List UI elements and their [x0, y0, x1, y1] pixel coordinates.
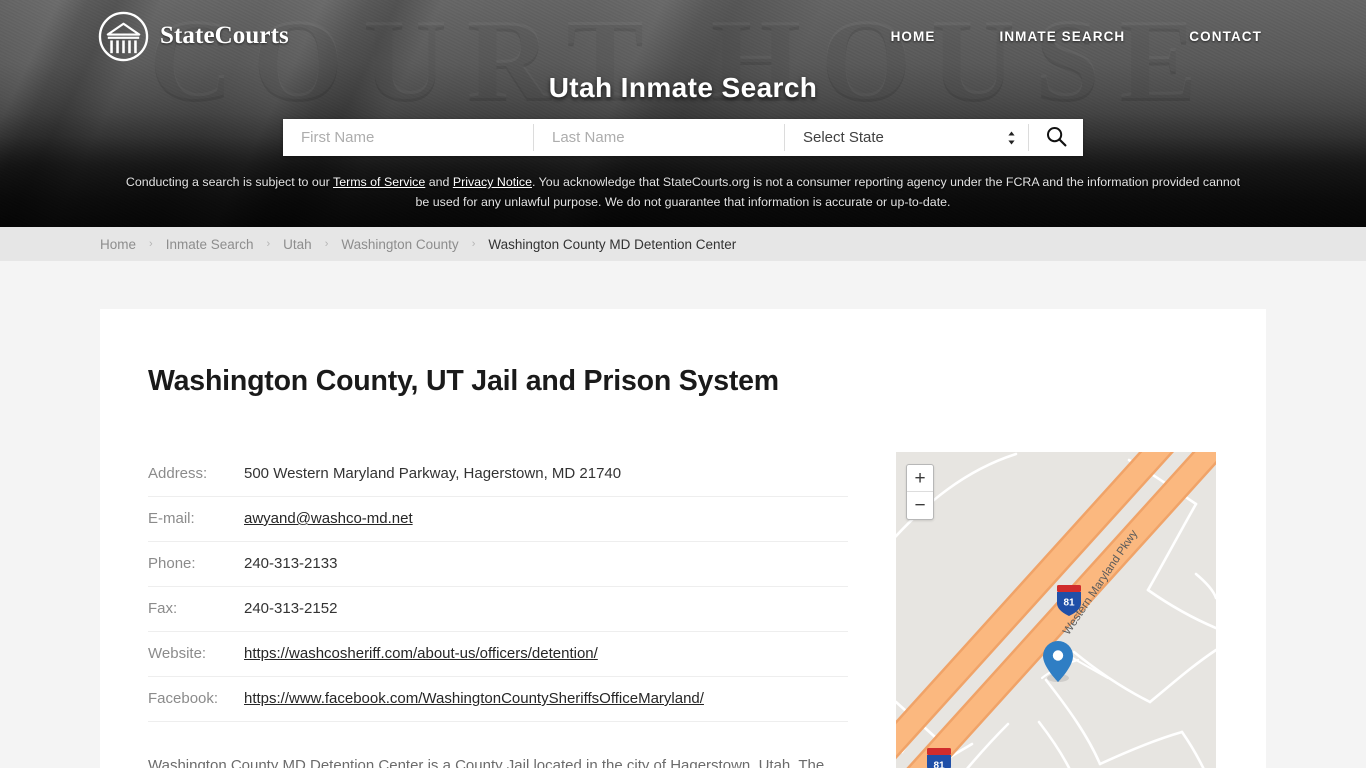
location-map[interactable]: 81 81 Western Maryland Pkwy + − — [896, 452, 1216, 768]
table-row: Phone: 240-313-2133 — [148, 541, 848, 587]
email-link[interactable]: awyand@washco-md.net — [244, 510, 413, 527]
search-disclaimer: Conducting a search is subject to our Te… — [118, 172, 1248, 212]
map-column: 81 81 Western Maryland Pkwy + − — [896, 452, 1218, 768]
table-row: Website: https://washcosheriff.com/about… — [148, 631, 848, 677]
fact-value-address: 500 Western Maryland Parkway, Hagerstown… — [244, 452, 848, 497]
page-body: Washington County, UT Jail and Prison Sy… — [0, 261, 1366, 768]
facility-description: Washington County MD Detention Center is… — [148, 752, 848, 768]
disclaimer-part-1: Conducting a search is subject to our — [125, 175, 333, 189]
fact-label-facebook: Facebook: — [148, 676, 244, 722]
table-row: Fax: 240-313-2152 — [148, 586, 848, 632]
svg-text:81: 81 — [933, 761, 945, 768]
breadcrumb-item-washington-county[interactable]: Washington County — [341, 237, 458, 252]
facility-details-table: Address: 500 Western Maryland Parkway, H… — [148, 452, 848, 722]
breadcrumb: Home › Inmate Search › Utah › Washington… — [100, 237, 736, 252]
fact-value-email: awyand@washco-md.net — [244, 496, 848, 542]
svg-text:81: 81 — [1063, 598, 1075, 609]
disclaimer-part-2: and — [425, 175, 453, 189]
facebook-link[interactable]: https://www.facebook.com/WashingtonCount… — [244, 690, 704, 707]
table-row: Address: 500 Western Maryland Parkway, H… — [148, 452, 848, 497]
fact-label-address: Address: — [148, 452, 244, 497]
disclaimer-part-3: . You acknowledge that StateCourts.org i… — [415, 175, 1241, 209]
page-title: Washington County, UT Jail and Prison Sy… — [148, 365, 779, 397]
nav-item-contact[interactable]: CONTACT — [1157, 29, 1294, 44]
map-zoom-controls: + − — [906, 464, 934, 520]
chevron-right-icon: › — [471, 238, 476, 250]
fact-value-fax: 240-313-2152 — [244, 586, 848, 632]
fact-value-phone: 240-313-2133 — [244, 541, 848, 587]
hero-title: Utah Inmate Search — [548, 72, 818, 103]
site-header: COURT HOUSE StateCourts HOME INMATE SEA — [0, 0, 1366, 227]
content-columns: Address: 500 Western Maryland Parkway, H… — [148, 452, 1218, 768]
zoom-in-button[interactable]: + — [907, 465, 933, 492]
brand-home-link[interactable]: StateCourts — [98, 11, 289, 62]
table-row: Facebook: https://www.facebook.com/Washi… — [148, 676, 848, 722]
state-select-wrapper: Select State — [785, 119, 1028, 156]
description-part-1: Washington County MD Detention Center is… — [148, 757, 825, 768]
fact-label-website: Website: — [148, 631, 244, 677]
fact-label-email: E-mail: — [148, 496, 244, 542]
breadcrumb-item-current: Washington County MD Detention Center — [488, 236, 737, 252]
state-select[interactable]: Select State — [785, 119, 1028, 156]
chevron-right-icon: › — [266, 238, 271, 250]
breadcrumb-bar: Home › Inmate Search › Utah › Washington… — [0, 227, 1366, 261]
courthouse-logo-icon — [98, 11, 149, 62]
nav-item-home[interactable]: HOME — [859, 29, 968, 44]
magnifier-icon — [1046, 126, 1067, 150]
terms-of-service-link[interactable]: Terms of Service — [333, 175, 425, 189]
highway-shield-lower: 81 — [927, 748, 951, 768]
top-navigation-bar: StateCourts HOME INMATE SEARCH CONTACT — [0, 0, 1366, 72]
content-card: Washington County, UT Jail and Prison Sy… — [100, 309, 1266, 768]
brand-name-text: StateCourts — [160, 22, 289, 49]
chevron-right-icon: › — [149, 238, 153, 250]
fact-value-website: https://washcosheriff.com/about-us/offic… — [244, 631, 848, 677]
fact-label-fax: Fax: — [148, 586, 244, 632]
first-name-input[interactable] — [283, 119, 533, 156]
map-canvas: 81 81 — [896, 452, 1216, 768]
table-row: E-mail: awyand@washco-md.net — [148, 496, 848, 542]
fact-label-phone: Phone: — [148, 541, 244, 587]
breadcrumb-item-inmate-search[interactable]: Inmate Search — [166, 237, 254, 252]
fact-value-facebook: https://www.facebook.com/WashingtonCount… — [244, 676, 848, 722]
breadcrumb-item-utah[interactable]: Utah — [283, 237, 312, 252]
last-name-input[interactable] — [534, 119, 784, 156]
nav-item-inmate-search[interactable]: INMATE SEARCH — [967, 29, 1157, 44]
breadcrumb-item-home[interactable]: Home — [100, 237, 136, 252]
search-submit-button[interactable] — [1028, 124, 1083, 151]
facility-details-column: Address: 500 Western Maryland Parkway, H… — [148, 452, 848, 768]
website-link[interactable]: https://washcosheriff.com/about-us/offic… — [244, 645, 598, 662]
chevron-right-icon: › — [324, 238, 329, 250]
privacy-notice-link[interactable]: Privacy Notice — [453, 175, 532, 189]
nav-links: HOME INMATE SEARCH CONTACT — [859, 29, 1294, 44]
inmate-search-form: Select State — [283, 119, 1083, 156]
zoom-out-button[interactable]: − — [907, 492, 933, 519]
